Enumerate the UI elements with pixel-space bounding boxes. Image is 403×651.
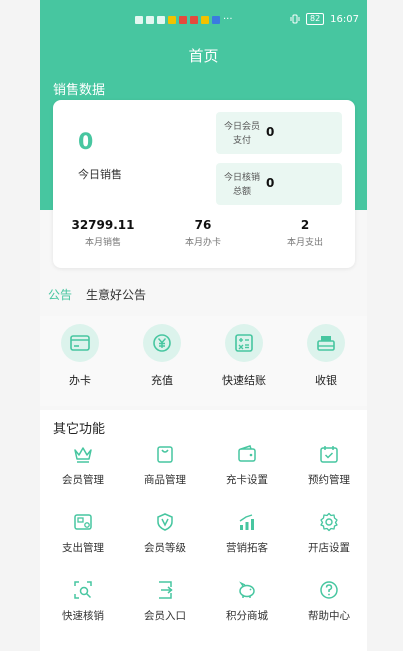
feature-label: 会员管理 <box>62 474 104 486</box>
month-cards-stat: 76 本月办卡 <box>153 218 253 248</box>
month-sales-value: 32799.11 <box>71 218 135 232</box>
month-expense-stat: 2 本月支出 <box>255 218 355 248</box>
quick-checkout-button[interactable]: 快速结账 <box>204 324 284 388</box>
battery-indicator: 82 <box>305 13 325 25</box>
signal-strength-icon <box>146 15 154 24</box>
cash-register-icon <box>307 324 345 362</box>
vibrate-icon <box>290 14 300 24</box>
month-expense-label: 本月支出 <box>286 238 323 248</box>
feature-quick-verify[interactable]: 快速核销 <box>43 580 123 623</box>
feature-store-settings[interactable]: 开店设置 <box>289 512 367 555</box>
feature-label: 帮助中心 <box>308 610 350 622</box>
quick-actions: 办卡 充值 快速结账 收银 <box>40 316 367 406</box>
hd-signal-icon <box>135 15 143 24</box>
crown-icon <box>73 444 93 464</box>
status-icons-right: 82 16:07 <box>290 13 359 25</box>
sales-section-title: 销售数据 <box>53 83 106 98</box>
feature-member-entry[interactable]: 会员入口 <box>125 580 205 623</box>
app-notification-icon <box>168 15 176 24</box>
feature-label: 商品管理 <box>144 474 186 486</box>
other-features-title: 其它功能 <box>53 422 106 437</box>
notice-tag: 公告 <box>48 288 73 302</box>
feature-label: 充卡设置 <box>226 474 268 486</box>
shopping-bag-icon <box>155 444 175 464</box>
scan-search-icon <box>73 580 93 600</box>
quick-cashier-button[interactable]: 收银 <box>286 324 366 388</box>
feature-member-level[interactable]: 会员等级 <box>125 512 205 555</box>
quick-recharge-button[interactable]: 充值 <box>122 324 202 388</box>
feature-card-settings[interactable]: 充卡设置 <box>207 444 287 487</box>
notice-text[interactable]: 生意好公告 <box>86 286 146 303</box>
verify-total-label: 今日核销总额 <box>223 173 260 197</box>
feature-label: 开店设置 <box>308 542 350 554</box>
feature-label: 营销拓客 <box>226 542 268 554</box>
card-icon <box>61 324 99 362</box>
feature-label: 会员等级 <box>144 542 186 554</box>
member-pay-box[interactable]: 今日会员支付 0 <box>216 112 342 154</box>
growth-chart-icon <box>237 512 257 532</box>
signal-strength-2-icon <box>157 15 165 24</box>
app-notification-5-icon <box>212 15 220 24</box>
quick-recharge-label: 充值 <box>151 374 173 387</box>
feature-expense-management[interactable]: 支出管理 <box>43 512 123 555</box>
feature-label: 积分商城 <box>226 610 268 622</box>
quick-open-card-button[interactable]: 办卡 <box>40 324 120 388</box>
wallet-icon <box>237 444 257 464</box>
month-cards-label: 本月办卡 <box>184 238 221 248</box>
verify-total-value: 0 <box>266 176 275 190</box>
feature-label: 快速核销 <box>62 610 104 622</box>
month-cards-value: 76 <box>194 218 212 232</box>
feature-label: 支出管理 <box>62 542 104 554</box>
more-notifications-icon: ··· <box>223 14 233 25</box>
piggy-bank-icon <box>237 580 257 600</box>
feature-member-management[interactable]: 会员管理 <box>43 444 123 487</box>
app-screen: ··· 82 16:07 首页 销售数据 0 今日销售 今日会员支付 0 今日核… <box>40 0 367 651</box>
sales-stats-card: 0 今日销售 今日会员支付 0 今日核销总额 0 32799.11 本月销售 7… <box>53 100 355 268</box>
shield-v-icon <box>155 512 175 532</box>
member-pay-label: 今日会员支付 <box>223 122 260 146</box>
clock: 16:07 <box>330 13 359 25</box>
feature-help-center[interactable]: 帮助中心 <box>289 580 367 623</box>
calendar-check-icon <box>319 444 339 464</box>
gear-icon <box>319 512 339 532</box>
member-pay-value: 0 <box>266 125 275 139</box>
feature-label: 预约管理 <box>308 474 350 486</box>
month-sales-stat: 32799.11 本月销售 <box>53 218 153 248</box>
quick-checkout-label: 快速结账 <box>222 374 266 387</box>
verify-total-box[interactable]: 今日核销总额 0 <box>216 163 342 205</box>
calculator-icon <box>225 324 263 362</box>
app-notification-3-icon <box>190 15 198 24</box>
notice-bar[interactable]: 公告 生意好公告 <box>48 286 146 303</box>
app-notification-2-icon <box>179 15 187 24</box>
status-bar: ··· 82 16:07 <box>40 12 367 30</box>
yen-recharge-icon <box>143 324 181 362</box>
feature-label: 会员入口 <box>144 610 186 622</box>
page-title: 首页 <box>188 47 219 65</box>
feature-marketing[interactable]: 营销拓客 <box>207 512 287 555</box>
today-sales-label: 今日销售 <box>78 168 122 181</box>
expense-icon <box>73 512 93 532</box>
quick-cashier-label: 收银 <box>315 374 337 387</box>
help-icon <box>319 580 339 600</box>
feature-points-mall[interactable]: 积分商城 <box>207 580 287 623</box>
quick-open-card-label: 办卡 <box>69 374 91 387</box>
feature-appointment-management[interactable]: 预约管理 <box>289 444 367 487</box>
month-sales-label: 本月销售 <box>84 238 121 248</box>
other-features-panel: 其它功能 会员管理 商品管理 充卡设置 预约管理 支出管理 会员等级 营销拓客 … <box>40 410 367 651</box>
month-expense-value: 2 <box>300 218 310 232</box>
today-sales-value: 0 <box>78 130 94 155</box>
app-notification-4-icon <box>201 15 209 24</box>
login-door-icon <box>155 580 175 600</box>
status-icons-left: ··· <box>135 14 233 25</box>
feature-product-management[interactable]: 商品管理 <box>125 444 205 487</box>
